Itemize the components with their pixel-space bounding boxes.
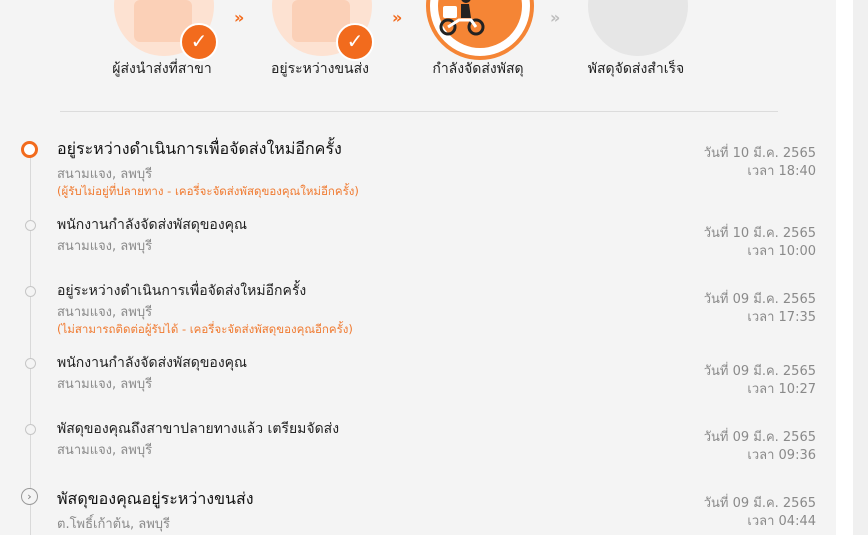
event-location: ต.โพธิ์เก้าต้น, ลพบุรี <box>57 517 171 532</box>
status-dot-icon <box>25 286 36 297</box>
event-location: สนามแจง, ลพบุรี <box>57 377 153 392</box>
event-location: สนามแจง, ลพบุรี <box>57 305 153 320</box>
event-title: พนักงานกำลังจัดส่งพัสดุของคุณ <box>57 217 248 233</box>
right-gutter <box>836 0 868 535</box>
event-title: พัสดุของคุณถึงสาขาปลายทางแล้ว เตรียมจัดส… <box>57 421 340 437</box>
transit-arrow-icon: › <box>21 488 38 505</box>
scooter-rider-icon <box>439 0 485 36</box>
event-location: สนามแจง, ลพบุรี <box>57 167 153 182</box>
scrollbar[interactable] <box>853 0 868 535</box>
delivered-package-icon <box>588 0 688 56</box>
event-time: เวลา 17:35 <box>747 310 816 325</box>
event-time: เวลา 09:36 <box>747 448 816 463</box>
chevron-double-right-icon: » <box>234 8 244 27</box>
event-time: เวลา 10:00 <box>747 244 816 259</box>
step-label: พัสดุจัดส่งสำเร็จ <box>587 61 685 77</box>
step-label: ผู้ส่งนำส่งที่สาขา <box>112 61 212 77</box>
divider <box>60 111 778 112</box>
tracking-panel: ✓ ผู้ส่งนำส่งที่สาขา » ✓ อยู่ระหว่างขนส่… <box>0 0 836 535</box>
event-location: สนามแจง, ลพบุรี <box>57 239 153 254</box>
status-dot-icon <box>25 358 36 369</box>
timeline-line <box>30 156 31 535</box>
chevron-double-right-icon: » <box>550 8 560 27</box>
step-label: อยู่ระหว่างขนส่ง <box>271 61 369 77</box>
check-icon: ✓ <box>180 23 218 61</box>
check-icon: ✓ <box>336 23 374 61</box>
event-title: อยู่ระหว่างดำเนินการเพื่อจัดส่งใหม่อีกคร… <box>57 139 342 158</box>
status-dot-icon <box>25 220 36 231</box>
event-note: (ไม่สามารถติดต่อผู้รับได้ - เคอรี่จะจัดส… <box>57 322 353 336</box>
event-title: พนักงานกำลังจัดส่งพัสดุของคุณ <box>57 355 248 371</box>
chevron-double-right-icon: » <box>392 8 402 27</box>
event-note: (ผู้รับไม่อยู่ที่ปลายทาง - เคอรี่จะจัดส่… <box>57 184 359 198</box>
event-title: พัสดุของคุณอยู่ระหว่างขนส่ง <box>57 489 254 508</box>
event-location: สนามแจง, ลพบุรี <box>57 443 153 458</box>
event-time: เวลา 04:44 <box>747 514 816 529</box>
event-time: เวลา 18:40 <box>747 164 816 179</box>
step-label: กำลังจัดส่งพัสดุ <box>432 61 524 77</box>
active-status-icon <box>21 141 38 158</box>
event-title: อยู่ระหว่างดำเนินการเพื่อจัดส่งใหม่อีกคร… <box>57 283 307 299</box>
event-time: เวลา 10:27 <box>747 382 816 397</box>
status-dot-icon <box>25 424 36 435</box>
